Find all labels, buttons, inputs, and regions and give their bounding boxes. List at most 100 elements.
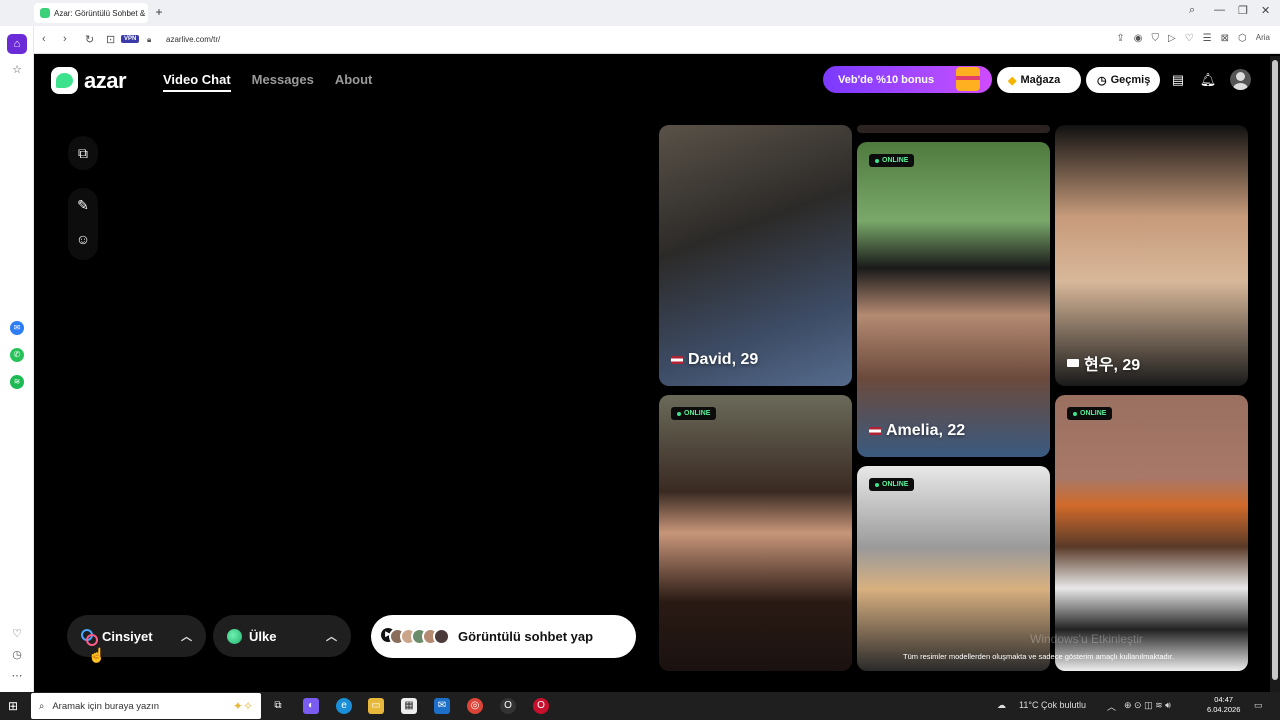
cta-label: Görüntülü sohbet yap — [458, 629, 594, 644]
start-video-chat-button[interactable]: ▶ Görüntülü sohbet yap — [371, 615, 636, 658]
nav-about[interactable]: About — [335, 72, 373, 92]
clock-icon: ◷ — [1097, 74, 1107, 87]
shield-icon[interactable]: ⛉ — [1152, 33, 1160, 44]
search-placeholder: Aramak için buraya yazın — [52, 700, 159, 712]
profile-card[interactable]: ONLINE — [857, 466, 1050, 671]
store-label: Mağaza — [1020, 74, 1061, 86]
forward-icon[interactable]: › — [63, 33, 67, 45]
card-name-text: Amelia, 22 — [886, 422, 966, 439]
menu-lines-icon[interactable]: ☰ — [1203, 33, 1212, 44]
gender-label: Cinsiyet — [102, 628, 153, 644]
card-name: David, 29 — [671, 351, 758, 369]
windows-start-icon[interactable]: ⊞ — [8, 699, 22, 713]
profile-card[interactable]: ONLINE Amelia, 22 — [857, 142, 1050, 457]
wallet-icon[interactable]: ⊠ — [1221, 33, 1229, 44]
aria-button[interactable]: Aria — [1256, 33, 1270, 44]
tray-app-icons[interactable]: ⊕ ⊙ ◫ ≋ 🔊︎ — [1124, 700, 1171, 711]
copilot-icon[interactable]: ◐ — [303, 698, 319, 714]
tab-bar: Azar: Görüntülü Sohbet & × + ⌕ — ❐ ✕ — [0, 0, 1280, 26]
profile-card[interactable]: ONLINE — [659, 395, 852, 671]
windows-taskbar: ⊞ ⌕ Aramak için buraya yazın ✦✧ ⧉ ◐ e ▭ … — [0, 692, 1280, 720]
bell-icon[interactable]: 🔔︎ — [1199, 71, 1217, 89]
notification-icon[interactable]: ▭ — [1254, 700, 1263, 711]
azar-favicon-icon — [40, 8, 50, 18]
spotify-icon[interactable]: ≋ — [10, 375, 24, 389]
chevron-up-icon: ︿ — [326, 631, 337, 643]
profile-avatar[interactable] — [1230, 69, 1251, 90]
diamond-icon: ◆ — [1008, 74, 1017, 87]
edge-icon[interactable]: e — [336, 698, 352, 714]
file-explorer-icon[interactable]: ▭ — [368, 698, 384, 714]
weather-text[interactable]: 11°C Çok bulutlu — [1019, 700, 1086, 710]
online-badge: ONLINE — [1067, 407, 1113, 420]
task-view-icon[interactable]: ⧉ — [270, 698, 286, 714]
reload-icon[interactable]: ↻ — [85, 33, 94, 46]
weather-icon[interactable]: ☁ — [997, 700, 1006, 711]
azar-logo-mark — [51, 67, 78, 94]
messenger-icon[interactable]: ✉ — [10, 321, 24, 335]
nav-messages[interactable]: Messages — [252, 72, 314, 92]
extensions-icon[interactable]: ⬡ — [1238, 33, 1247, 44]
inbox-icon[interactable]: ▤ — [1169, 71, 1187, 89]
bonus-banner[interactable]: Veb'de %10 bonus — [823, 66, 992, 93]
magic-wand-icon[interactable]: ✎ — [68, 188, 98, 222]
home-icon[interactable]: ⌂ — [7, 34, 27, 54]
outlook-icon[interactable]: ✉ — [434, 698, 450, 714]
minimize-icon[interactable]: — — [1214, 4, 1225, 16]
lock-icon[interactable]: 🔒︎ — [147, 35, 151, 45]
bookmark-heart-icon[interactable]: ♡ — [1185, 33, 1194, 44]
back-icon[interactable]: ‹ — [42, 33, 46, 45]
tray-chevron-icon[interactable]: ︿ — [1107, 700, 1116, 713]
history-button[interactable]: ◷ Geçmiş — [1086, 67, 1160, 93]
clock-time: 04:47 — [1214, 695, 1234, 704]
new-tab-button[interactable]: + — [152, 5, 166, 19]
active-tab[interactable]: Azar: Görüntülü Sohbet & × — [34, 3, 148, 23]
chrome-icon[interactable]: ◎ — [467, 698, 483, 714]
opera-gx-icon[interactable]: O — [500, 698, 516, 714]
country-filter[interactable]: Ülke ︿ — [213, 615, 351, 657]
opera-taskbar-icon[interactable]: O — [533, 698, 549, 714]
share-icon[interactable]: ⇪ — [1116, 33, 1124, 44]
profile-card[interactable]: David, 29 — [659, 125, 852, 386]
taskbar-search[interactable]: ⌕ Aramak için buraya yazın ✦✧ — [31, 693, 261, 719]
tool-group-top: ⧉ — [68, 136, 98, 170]
maximize-icon[interactable]: ❐ — [1238, 4, 1248, 17]
more-icon[interactable]: ⋯ — [9, 668, 25, 684]
url-field[interactable]: azarlive.com/tr/ — [166, 35, 220, 44]
country-label: Ülke — [249, 628, 277, 644]
nav-video-chat[interactable]: Video Chat — [163, 72, 231, 92]
kr-flag-icon — [1067, 359, 1079, 367]
chevron-up-icon: ︿ — [181, 631, 192, 643]
store-button[interactable]: ◆ Mağaza — [997, 67, 1081, 93]
play-icon[interactable]: ▷ — [1168, 33, 1176, 44]
face-filter-icon[interactable]: ☺ — [68, 222, 98, 256]
camera-icon[interactable]: ◉ — [1134, 33, 1143, 44]
heart-icon[interactable]: ♡ — [9, 626, 25, 642]
scrollbar-thumb[interactable] — [1272, 60, 1278, 680]
star-icon[interactable]: ☆ — [9, 62, 25, 78]
azar-logo[interactable]: azar — [51, 67, 127, 94]
card-name: Amelia, 22 — [869, 422, 965, 440]
clock-date: 6.04.2026 — [1207, 705, 1241, 714]
vpn-badge[interactable]: VPN — [121, 35, 140, 43]
search-icon: ⌕ — [39, 700, 45, 712]
profile-card[interactable]: ONLINE — [1055, 395, 1248, 671]
online-badge: ONLINE — [869, 154, 915, 167]
minimize-view-icon[interactable]: ⧉ — [68, 136, 98, 170]
close-window-icon[interactable]: ✕ — [1261, 4, 1270, 17]
tool-group-effects: ✎ ☺ — [68, 188, 98, 260]
search-tabs-icon[interactable]: ⌕ — [1189, 4, 1195, 17]
store-app-icon[interactable]: ▦ — [401, 698, 417, 714]
history-icon[interactable]: ◷ — [9, 647, 25, 663]
whatsapp-icon[interactable]: ✆ — [10, 348, 24, 362]
card-name-text: 현우, 29 — [1084, 357, 1141, 374]
globe-icon — [227, 628, 242, 644]
snapshot-icon[interactable]: ⊡ — [106, 33, 115, 46]
us-flag-icon — [869, 427, 881, 435]
taskbar-clock[interactable]: 04:47 6.04.2026 — [1207, 695, 1240, 715]
tab-title: Azar: Görüntülü Sohbet & — [54, 8, 146, 18]
us-flag-icon — [671, 356, 683, 364]
profile-card[interactable] — [857, 125, 1050, 133]
profile-card[interactable]: 현우, 29 — [1055, 125, 1248, 386]
activation-watermark: Windows'u Etkinleştir — [1030, 632, 1143, 646]
